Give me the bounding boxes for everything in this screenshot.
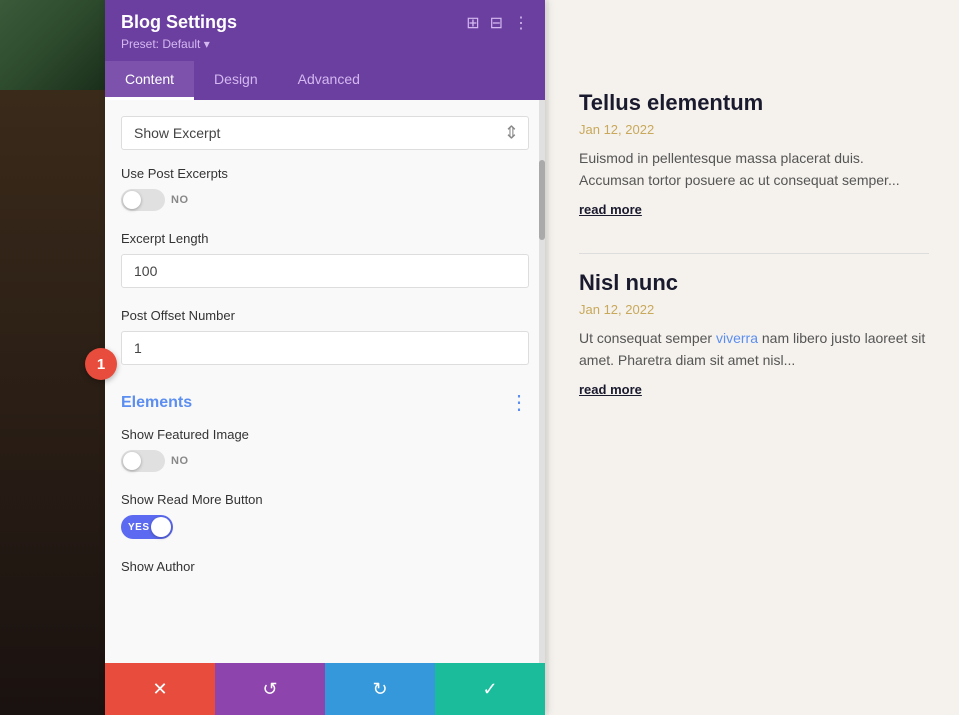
redo-button[interactable]: ↻ — [325, 663, 435, 715]
panel-header: Blog Settings ⊞ ⊟ ⋮ Preset: Default ▾ — [105, 0, 545, 61]
panel-body: Show Excerpt Hide Excerpt ⇕ Use Post Exc… — [105, 100, 545, 663]
redo-icon: ↻ — [372, 679, 387, 700]
post-offset-group: Post Offset Number — [121, 308, 529, 385]
panel-title: Blog Settings — [121, 12, 237, 33]
show-featured-image-thumb — [123, 452, 141, 470]
show-excerpt-select-wrap[interactable]: Show Excerpt Hide Excerpt ⇕ — [121, 116, 529, 150]
bg-plant — [0, 0, 105, 90]
post-title-2: Nisl nunc — [579, 270, 929, 296]
cancel-button[interactable]: ✕ — [105, 663, 215, 715]
read-more-link-2[interactable]: read more — [579, 382, 929, 397]
post-divider — [579, 253, 929, 254]
tab-content[interactable]: Content — [105, 61, 194, 100]
use-post-excerpts-value: NO — [171, 194, 189, 206]
columns-icon[interactable]: ⊟ — [490, 13, 503, 33]
more-icon[interactable]: ⋮ — [513, 13, 529, 33]
panel-title-row: Blog Settings ⊞ ⊟ ⋮ — [121, 12, 529, 33]
show-read-more-yes-label: YES — [121, 522, 150, 533]
use-post-excerpts-thumb — [123, 191, 141, 209]
save-icon: ✓ — [482, 679, 497, 700]
use-post-excerpts-row: Use Post Excerpts NO — [121, 166, 529, 211]
use-post-excerpts-track[interactable] — [121, 189, 165, 211]
settings-panel: Blog Settings ⊞ ⊟ ⋮ Preset: Default ▾ Co… — [105, 0, 545, 715]
tab-bar: Content Design Advanced — [105, 61, 545, 100]
scrollbar-thumb[interactable] — [539, 160, 545, 240]
excerpt-length-input[interactable] — [121, 254, 529, 288]
post-excerpt-2: Ut consequat semper viverra nam libero j… — [579, 327, 929, 372]
post-date-1: Jan 12, 2022 — [579, 122, 929, 137]
post-card-2: Nisl nunc Jan 12, 2022 Ut consequat semp… — [579, 270, 929, 397]
expand-icon[interactable]: ⊞ — [466, 13, 479, 33]
show-featured-image-track[interactable] — [121, 450, 165, 472]
show-author-row: Show Author — [121, 559, 529, 574]
step-badge: 1 — [85, 348, 117, 380]
elements-section-title: Elements — [121, 394, 192, 412]
post-excerpt-1: Euismod in pellentesque massa placerat d… — [579, 147, 929, 192]
post-card-1: Tellus elementum Jan 12, 2022 Euismod in… — [579, 90, 929, 217]
post-offset-input[interactable] — [121, 331, 529, 365]
show-author-label: Show Author — [121, 559, 529, 574]
bg-dark — [0, 90, 105, 715]
bottom-bar: ✕ ↺ ↻ ✓ — [105, 663, 545, 715]
show-read-more-label: Show Read More Button — [121, 492, 529, 507]
excerpt-length-label: Excerpt Length — [121, 231, 529, 246]
show-excerpt-select[interactable]: Show Excerpt Hide Excerpt — [121, 116, 529, 150]
show-featured-image-value: NO — [171, 455, 189, 467]
elements-more-icon[interactable]: ⋮ — [509, 393, 529, 413]
show-featured-image-toggle[interactable]: NO — [121, 450, 529, 472]
show-read-more-toggle[interactable]: YES — [121, 515, 529, 539]
post-offset-label: Post Offset Number — [121, 308, 529, 323]
excerpt-length-group: Excerpt Length — [121, 231, 529, 308]
save-button[interactable]: ✓ — [435, 663, 545, 715]
use-post-excerpts-toggle[interactable]: NO — [121, 189, 529, 211]
post-date-2: Jan 12, 2022 — [579, 302, 929, 317]
elements-section-header: Elements ⋮ — [121, 393, 529, 413]
panel-icons: ⊞ ⊟ ⋮ — [466, 13, 529, 33]
scrollbar-track[interactable] — [539, 100, 545, 663]
use-post-excerpts-label: Use Post Excerpts — [121, 166, 529, 181]
right-content-area: Tellus elementum Jan 12, 2022 Euismod in… — [549, 0, 959, 715]
panel-preset[interactable]: Preset: Default ▾ — [121, 37, 529, 51]
undo-icon: ↺ — [262, 679, 277, 700]
show-featured-image-label: Show Featured Image — [121, 427, 529, 442]
show-read-more-row: Show Read More Button YES — [121, 492, 529, 539]
undo-button[interactable]: ↺ — [215, 663, 325, 715]
cancel-icon: ✕ — [152, 679, 167, 700]
tab-advanced[interactable]: Advanced — [278, 61, 380, 100]
show-read-more-track[interactable]: YES — [121, 515, 173, 539]
read-more-link-1[interactable]: read more — [579, 202, 929, 217]
show-featured-image-row: Show Featured Image NO — [121, 427, 529, 472]
tab-design[interactable]: Design — [194, 61, 278, 100]
post-title-1: Tellus elementum — [579, 90, 929, 116]
show-read-more-thumb — [151, 517, 171, 537]
